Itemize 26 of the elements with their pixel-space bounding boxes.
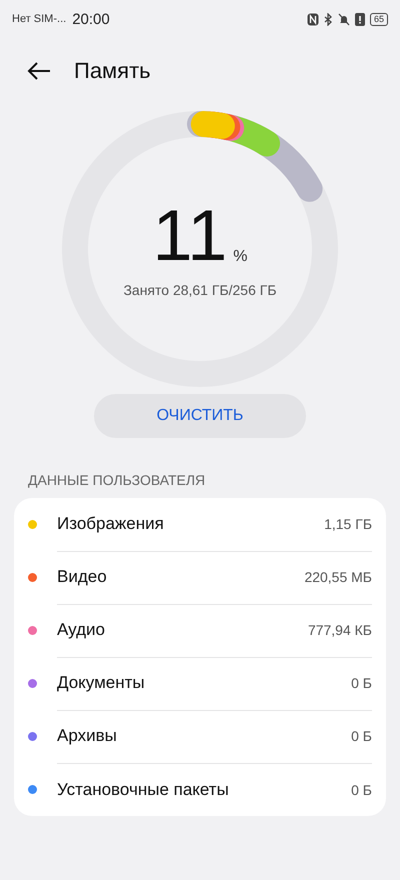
clock: 20:00 xyxy=(72,10,110,28)
category-size: 220,55 МБ xyxy=(304,569,372,585)
category-name[interactable]: Установочные пакеты xyxy=(57,780,229,800)
battery-level: 65 xyxy=(370,12,388,26)
clean-button[interactable]: ОЧИСТИТЬ xyxy=(94,394,306,438)
category-size: 0 Б xyxy=(351,728,372,744)
section-title: ДАННЫЕ ПОЛЬЗОВАТЕЛЯ xyxy=(27,472,206,488)
category-name[interactable]: Изображения xyxy=(57,514,164,534)
category-name[interactable]: Архивы xyxy=(57,726,117,746)
category-size: 1,15 ГБ xyxy=(324,516,372,532)
category-name[interactable]: Документы xyxy=(57,673,145,693)
category-size: 0 Б xyxy=(351,675,372,691)
nfc-icon xyxy=(306,12,319,26)
category-name[interactable]: Аудио xyxy=(57,620,105,640)
category-size: 0 Б xyxy=(351,782,372,798)
usage-summary: Занято 28,61 ГБ/256 ГБ xyxy=(123,282,277,298)
category-size: 777,94 КБ xyxy=(308,622,372,638)
percent-sign: % xyxy=(233,248,248,266)
muted-bell-icon xyxy=(338,12,350,26)
alert-icon xyxy=(354,12,365,26)
carrier-text: Нет SIM-... xyxy=(12,13,66,25)
category-name[interactable]: Видео xyxy=(57,567,107,587)
back-button[interactable] xyxy=(26,61,52,81)
page-title: Память xyxy=(74,58,151,84)
usage-percent: 11 xyxy=(152,200,228,272)
bluetooth-icon xyxy=(324,12,333,26)
